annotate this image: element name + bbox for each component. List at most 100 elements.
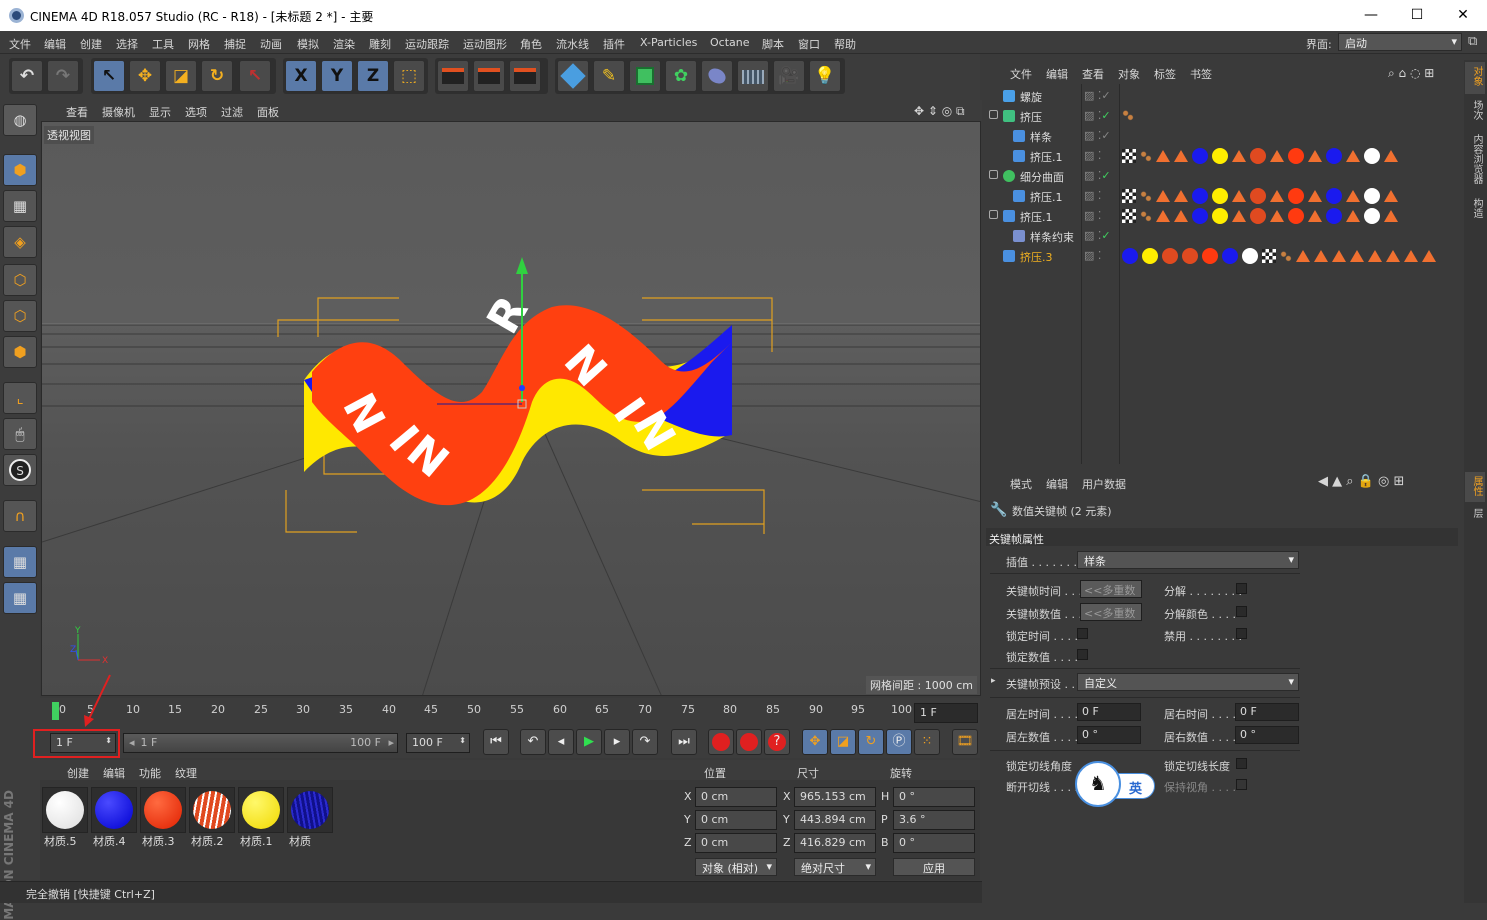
size-mode-dropdown[interactable]: 绝对尺寸 ▾ — [794, 858, 876, 876]
menu-mograph[interactable]: 运动图形 — [463, 36, 507, 52]
make-editable-button[interactable]: ◍ — [3, 104, 37, 136]
object-menu-objects[interactable]: 对象 — [1118, 66, 1140, 82]
selection-tag[interactable] — [1296, 250, 1310, 262]
viewport-navigation-icons[interactable]: ✥ ⇕ ◎ ⧉ — [914, 104, 965, 119]
material-tag[interactable] — [1192, 208, 1208, 224]
selection-tag[interactable] — [1384, 210, 1398, 222]
uv-tag[interactable] — [1262, 249, 1276, 263]
key-preset-dropdown[interactable]: 自定义 ▾ — [1077, 673, 1299, 691]
material-tag[interactable] — [1212, 148, 1228, 164]
material-tag[interactable] — [1280, 250, 1292, 262]
menu-select[interactable]: 选择 — [116, 36, 138, 52]
apply-button[interactable]: 应用 — [893, 858, 975, 876]
selection-tag[interactable] — [1386, 250, 1400, 262]
disable-checkbox[interactable] — [1236, 628, 1247, 639]
material-tag[interactable] — [1364, 208, 1380, 224]
key-rotation-button[interactable]: ↻ — [858, 729, 884, 755]
material-menu-function[interactable]: 功能 — [139, 765, 161, 781]
menu-character[interactable]: 角色 — [520, 36, 542, 52]
material-tag[interactable] — [1140, 190, 1152, 202]
right-value-field[interactable]: 0 ° — [1235, 726, 1299, 744]
selection-tag[interactable] — [1404, 250, 1418, 262]
menu-plugins[interactable]: 插件 — [603, 36, 625, 52]
material-menu-texture[interactable]: 纹理 — [175, 765, 197, 781]
split-color-checkbox[interactable] — [1236, 606, 1247, 617]
material-tag[interactable] — [1122, 248, 1138, 264]
axis-mode-button[interactable]: ⌞ — [3, 382, 37, 414]
visibility-dots-icon[interactable]: ▨ ⁚ — [1084, 209, 1101, 222]
menu-snap[interactable]: 捕捉 — [224, 36, 246, 52]
material-tag[interactable] — [1326, 188, 1342, 204]
pen-spline-button[interactable]: ✎ — [593, 60, 625, 92]
previous-key-button[interactable]: ↶ — [520, 729, 546, 755]
material-tag[interactable] — [1162, 248, 1178, 264]
record-keys-button[interactable] — [708, 729, 734, 755]
cloner-button[interactable]: ✿ — [665, 60, 697, 92]
menu-tools[interactable]: 工具 — [152, 36, 174, 52]
collapse-icon[interactable] — [989, 170, 998, 179]
material-tag[interactable] — [1212, 208, 1228, 224]
selection-tag[interactable] — [1156, 210, 1170, 222]
tab-structure[interactable]: 构造 — [1466, 198, 1484, 218]
planar-workplane-button[interactable]: ▦ — [3, 582, 37, 614]
material-tag[interactable] — [1288, 148, 1304, 164]
tab-objects[interactable]: 对象 — [1466, 66, 1484, 86]
object-row[interactable]: 螺旋 ▨ ⁚✓ — [986, 86, 1460, 106]
viewport-menu-options[interactable]: 选项 — [185, 104, 207, 120]
tab-content-browser[interactable]: 内容浏览器 — [1466, 134, 1484, 184]
model-mode-button[interactable]: ⬢ — [3, 154, 37, 186]
right-time-field[interactable]: 0 F — [1235, 703, 1299, 721]
frame-range-slider[interactable]: ◂ 1 F 100 F ▸ — [123, 733, 398, 753]
menu-script[interactable]: 脚本 — [762, 36, 784, 52]
visibility-dots-icon[interactable]: ▨ ⁚✓ — [1084, 89, 1111, 102]
material-tag[interactable] — [1250, 148, 1266, 164]
perspective-viewport[interactable]: N I N R N I N Y X Z — [41, 121, 981, 696]
position-z-field[interactable]: 0 cm — [695, 833, 777, 853]
end-frame-field[interactable]: 100 F ⬍ — [406, 733, 470, 753]
lock-tangent-length-checkbox[interactable] — [1236, 758, 1247, 769]
material-swatch[interactable] — [238, 787, 284, 833]
material-tag[interactable] — [1122, 109, 1134, 121]
material-swatch[interactable] — [189, 787, 235, 833]
selection-tag[interactable] — [1232, 210, 1246, 222]
material-tag[interactable] — [1326, 208, 1342, 224]
rotation-b-field[interactable]: 0 ° — [893, 833, 975, 853]
redo-button[interactable]: ↷ — [47, 60, 79, 92]
material-tag[interactable] — [1288, 208, 1304, 224]
tab-attributes[interactable]: 属性 — [1466, 476, 1484, 496]
object-menu-view[interactable]: 查看 — [1082, 66, 1104, 82]
material-tag[interactable] — [1364, 188, 1380, 204]
selection-tag[interactable] — [1384, 150, 1398, 162]
object-search-icon[interactable]: ⌕ ⌂ ◌ ⊞ — [1388, 66, 1434, 81]
menu-render[interactable]: 渲染 — [333, 36, 355, 52]
visibility-dots-icon[interactable]: ▨ ⁚ — [1084, 249, 1101, 262]
menu-xparticles[interactable]: X-Particles — [640, 36, 697, 49]
render-settings-button[interactable] — [509, 60, 541, 92]
move-tool-button[interactable]: ✥ — [129, 60, 161, 92]
key-position-button[interactable]: ✥ — [802, 729, 828, 755]
collapse-icon[interactable] — [989, 110, 998, 119]
material-tag[interactable] — [1192, 148, 1208, 164]
go-to-start-button[interactable]: ⏮ — [483, 729, 509, 755]
points-mode-button[interactable]: ⬡ — [3, 264, 37, 296]
render-picture-viewer-button[interactable] — [473, 60, 505, 92]
light-button[interactable]: 💡 — [809, 60, 841, 92]
object-row[interactable]: 挤压.3 ▨ ⁚ — [986, 246, 1460, 266]
interpolation-dropdown[interactable]: 样条 ▾ — [1077, 551, 1299, 569]
object-row[interactable]: 样条约束 ▨ ⁚✓ — [986, 226, 1460, 246]
keep-angle-checkbox[interactable] — [1236, 779, 1247, 790]
object-menu-edit[interactable]: 编辑 — [1046, 66, 1068, 82]
tab-layers[interactable]: 层 — [1466, 508, 1484, 518]
ime-indicator[interactable]: 英 ♞ — [1075, 761, 1155, 807]
selection-tag[interactable] — [1270, 150, 1284, 162]
rotation-p-field[interactable]: 3.6 ° — [893, 810, 975, 830]
object-row[interactable]: 样条 ▨ ⁚✓ — [986, 126, 1460, 146]
attr-menu-mode[interactable]: 模式 — [1010, 476, 1032, 492]
visibility-dots-icon[interactable]: ▨ ⁚ — [1084, 189, 1101, 202]
selection-tag[interactable] — [1422, 250, 1436, 262]
material-tag[interactable] — [1142, 248, 1158, 264]
position-x-field[interactable]: 0 cm — [695, 787, 777, 807]
viewport-menu-filter[interactable]: 过滤 — [221, 104, 243, 120]
maximize-button[interactable]: ☐ — [1394, 0, 1440, 31]
selection-tag[interactable] — [1174, 210, 1188, 222]
